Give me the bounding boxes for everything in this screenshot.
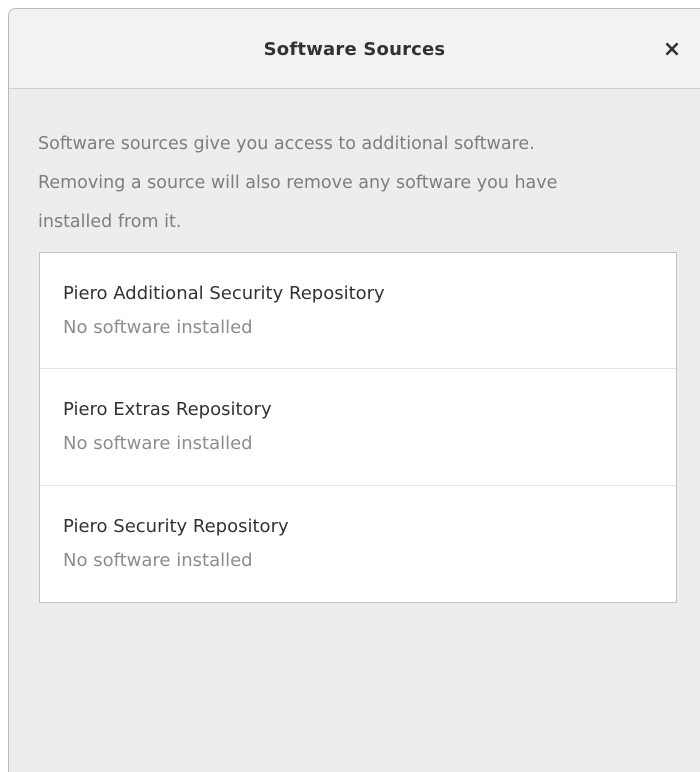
close-icon: × [662,36,682,62]
dialog-title: Software Sources [263,39,446,60]
repository-name: Piero Extras Repository [63,399,272,421]
repository-row-additional-security[interactable]: Piero Additional Security Repository No … [40,253,676,370]
repository-status: No software installed [63,549,253,571]
repository-row-extras[interactable]: Piero Extras Repository No software inst… [40,369,676,486]
dialog-description: Software sources give you access to addi… [38,125,678,242]
repository-status: No software installed [63,317,253,338]
repository-name: Piero Additional Security Repository [63,283,385,304]
software-sources-dialog: Software Sources × Software sources give… [8,8,700,772]
repository-name: Piero Security Repository [63,515,289,537]
dialog-header: Software Sources × [9,9,700,89]
description-line: Software sources give you access to addi… [38,134,535,154]
description-line: installed from it. [38,212,182,232]
close-button[interactable]: × [656,33,688,65]
repository-row-security[interactable]: Piero Security Repository No software in… [40,486,676,602]
repository-status: No software installed [63,433,253,455]
description-line: Removing a source will also remove any s… [38,173,558,193]
repository-list: Piero Additional Security Repository No … [39,252,677,603]
